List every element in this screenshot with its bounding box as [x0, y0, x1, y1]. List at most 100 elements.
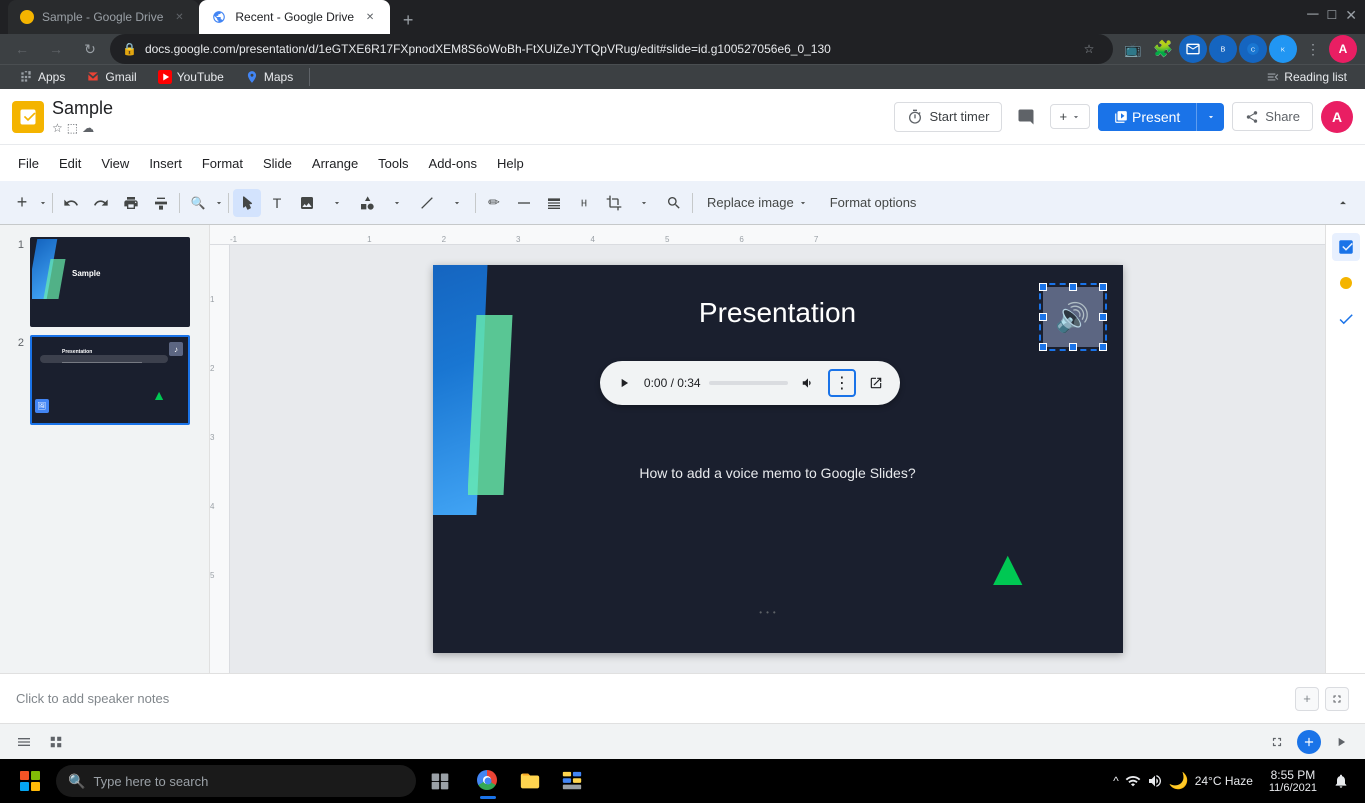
bookmark-maps[interactable]: Maps — [236, 65, 301, 89]
taskbar-start-button[interactable] — [8, 759, 52, 803]
settings-icon[interactable]: ⋮ — [1299, 35, 1327, 63]
tab-recent-google-drive[interactable]: Recent - Google Drive ✕ — [199, 0, 390, 34]
handle-top-mid[interactable] — [1069, 283, 1077, 291]
handle-top-right[interactable] — [1099, 283, 1107, 291]
audio-external-button[interactable] — [864, 371, 888, 395]
notes-area[interactable]: Click to add speaker notes + — [0, 673, 1365, 723]
handle-left-mid[interactable] — [1039, 313, 1047, 321]
add-slide-notes-btn[interactable]: + — [1295, 687, 1319, 711]
share-button[interactable]: Share — [1232, 102, 1313, 131]
minimize-icon[interactable]: ─ — [1307, 6, 1318, 24]
select-tool[interactable] — [233, 189, 261, 217]
present-dropdown[interactable] — [1196, 103, 1224, 131]
image-dropdown[interactable] — [323, 189, 351, 217]
fit-screen-btn[interactable] — [1265, 730, 1289, 754]
start-timer-button[interactable]: Start timer — [894, 102, 1002, 132]
slide-item-2[interactable]: 2 Presentation ♪ ▲ 🖼 — [0, 331, 209, 429]
tab-close-recent[interactable]: ✕ — [362, 9, 378, 25]
menu-help[interactable]: Help — [487, 152, 534, 175]
extension-btn-3[interactable]: C — [1239, 35, 1267, 63]
right-panel-comment[interactable] — [1332, 269, 1360, 297]
menu-edit[interactable]: Edit — [49, 152, 91, 175]
extension-btn-4[interactable]: K — [1269, 35, 1297, 63]
grid-view-btn[interactable] — [44, 730, 68, 754]
slide-item-1[interactable]: 1 Sample — [0, 233, 209, 331]
new-tab-button[interactable]: + — [394, 6, 422, 34]
profile-button[interactable]: A — [1329, 35, 1357, 63]
add-slide-dropdown[interactable] — [38, 198, 48, 208]
pen-tool[interactable]: ✏ — [480, 189, 508, 217]
audio-progress-bar[interactable] — [709, 381, 788, 385]
move-to-folder-icon[interactable]: ⬚ — [67, 121, 78, 135]
collapse-toolbar-button[interactable] — [1329, 189, 1357, 217]
replace-image-button[interactable]: Replace image — [697, 191, 818, 214]
star-icon[interactable]: ☆ — [52, 121, 63, 135]
cast-icon[interactable]: 📺 — [1119, 35, 1147, 63]
crop-dropdown[interactable] — [630, 189, 658, 217]
expand-right-btn[interactable] — [1329, 730, 1353, 754]
back-button[interactable]: ← — [8, 35, 36, 63]
line-tool-2[interactable] — [510, 189, 538, 217]
list-view-btn[interactable] — [12, 730, 36, 754]
lines-tool[interactable] — [413, 189, 441, 217]
menu-format[interactable]: Format — [192, 152, 253, 175]
menu-addons[interactable]: Add-ons — [419, 152, 487, 175]
adjust-image-tool[interactable] — [660, 189, 688, 217]
bookmark-star-icon[interactable]: ☆ — [1077, 37, 1101, 61]
add-widget-btn[interactable] — [1297, 730, 1321, 754]
maximize-icon[interactable]: ☐ — [1327, 8, 1338, 22]
text-spacing-tool[interactable] — [570, 189, 598, 217]
menu-file[interactable]: File — [8, 152, 49, 175]
handle-bottom-right[interactable] — [1099, 343, 1107, 351]
text-align-tool[interactable] — [540, 189, 568, 217]
taskbar-notification-button[interactable] — [1325, 761, 1357, 801]
tray-up-arrow[interactable]: ^ — [1113, 774, 1119, 788]
extension-btn-1[interactable] — [1179, 35, 1207, 63]
taskbar-windows-explorer[interactable] — [552, 761, 592, 801]
taskbar-task-view[interactable] — [420, 761, 460, 801]
menu-tools[interactable]: Tools — [368, 152, 418, 175]
user-avatar[interactable]: A — [1321, 101, 1353, 133]
taskbar-chrome[interactable] — [468, 761, 508, 801]
taskbar-file-explorer[interactable] — [510, 761, 550, 801]
audio-element[interactable]: 🔊 — [1043, 287, 1103, 347]
tab-sample-google-drive[interactable]: Sample - Google Drive ✕ — [8, 0, 199, 34]
bookmark-youtube[interactable]: YouTube — [149, 65, 232, 89]
print-button[interactable] — [117, 189, 145, 217]
crop-tool[interactable] — [600, 189, 628, 217]
shapes-dropdown[interactable] — [383, 189, 411, 217]
add-slide-button[interactable]: + — [8, 189, 36, 217]
audio-more-options-button[interactable]: ⋮ — [828, 369, 856, 397]
paint-format-button[interactable] — [147, 189, 175, 217]
forward-button[interactable]: → — [42, 35, 70, 63]
zoom-button[interactable]: + — [1050, 104, 1090, 129]
menu-arrange[interactable]: Arrange — [302, 152, 368, 175]
shapes-tool[interactable] — [353, 189, 381, 217]
audio-play-button[interactable] — [612, 371, 636, 395]
handle-bottom-mid[interactable] — [1069, 343, 1077, 351]
handle-top-left[interactable] — [1039, 283, 1047, 291]
handle-right-mid[interactable] — [1099, 313, 1107, 321]
audio-volume-button[interactable] — [796, 371, 820, 395]
right-panel-explore[interactable] — [1332, 233, 1360, 261]
close-icon[interactable]: ✕ — [1345, 7, 1357, 24]
zoom-out-button[interactable]: 🔍 — [184, 189, 212, 217]
slide-canvas[interactable]: Presentation How to add a voice memo to … — [433, 265, 1123, 653]
image-tool[interactable] — [293, 189, 321, 217]
undo-button[interactable] — [57, 189, 85, 217]
expand-notes-btn[interactable] — [1325, 687, 1349, 711]
url-bar[interactable]: 🔒 docs.google.com/presentation/d/1eGTXE6… — [110, 34, 1113, 64]
audio-controls-bar[interactable]: 0:00 / 0:34 ⋮ — [600, 361, 900, 405]
redo-button[interactable] — [87, 189, 115, 217]
handle-bottom-left[interactable] — [1039, 343, 1047, 351]
tab-close-sample[interactable]: ✕ — [171, 9, 187, 25]
menu-insert[interactable]: Insert — [139, 152, 192, 175]
menu-view[interactable]: View — [91, 152, 139, 175]
present-button[interactable]: Present — [1098, 103, 1196, 131]
bookmark-gmail[interactable]: Gmail — [77, 65, 144, 89]
zoom-dropdown[interactable] — [214, 198, 224, 208]
slide-thumb-1[interactable]: Sample — [30, 237, 190, 327]
extensions-icon[interactable]: 🧩 — [1149, 35, 1177, 63]
reload-button[interactable]: ↻ — [76, 35, 104, 63]
right-panel-check[interactable] — [1332, 305, 1360, 333]
